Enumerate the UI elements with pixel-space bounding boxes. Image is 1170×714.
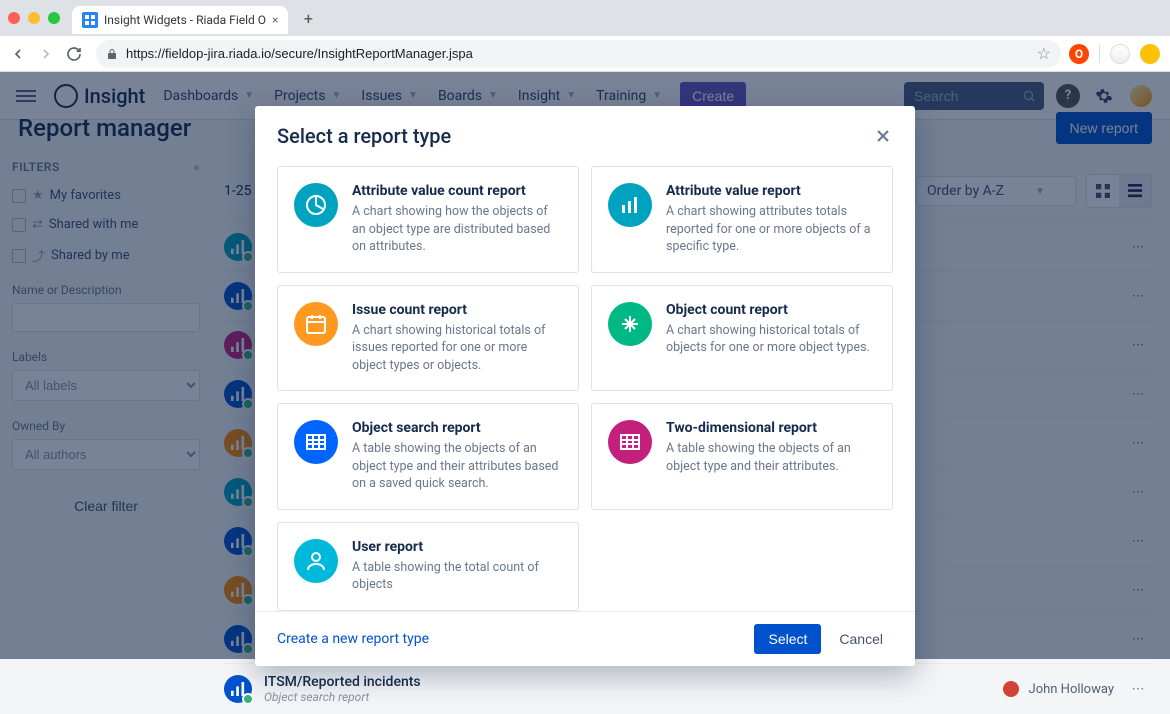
browser-tab[interactable]: Insight Widgets - Riada Field O × [72,6,288,34]
tab-title: Insight Widgets - Riada Field O [104,13,266,27]
report-type-card[interactable]: Attribute value report A chart showing at… [591,166,893,273]
card-description: A table showing the total count of objec… [352,559,562,594]
report-type-card[interactable]: Object count report A chart showing histo… [591,285,893,392]
profile-avatar-icon[interactable] [1110,44,1130,64]
card-description: A chart showing attributes totals report… [666,203,876,256]
card-description: A chart showing historical totals of obj… [666,322,876,357]
address-input[interactable] [126,46,1029,61]
user-icon [294,539,338,583]
report-type-card[interactable]: Two-dimensional report A table showing th… [591,403,893,510]
browser-tab-bar: Insight Widgets - Riada Field O × + [0,0,1170,36]
minimize-window-button[interactable] [28,12,40,24]
compass-icon [608,302,652,346]
card-title: Object search report [352,420,562,436]
report-type-icon [224,675,252,703]
modal-overlay[interactable]: Select a report type Attribute value cou… [0,72,1170,659]
star-icon[interactable]: ☆ [1037,44,1051,63]
modal-close-icon[interactable] [873,126,893,146]
report-type-card[interactable]: Attribute value count report A chart show… [277,166,579,273]
report-type-card[interactable]: User report A table showing the total cou… [277,522,579,611]
report-type-modal: Select a report type Attribute value cou… [255,106,915,666]
row-menu-button[interactable]: ⋯ [1124,675,1152,703]
card-title: User report [352,539,562,555]
tab-favicon-icon [82,12,98,28]
lock-icon [106,48,118,60]
bar-icon [608,183,652,227]
extension-icon[interactable]: O [1069,44,1089,64]
reload-button[interactable] [60,40,88,68]
select-button[interactable]: Select [754,624,821,654]
report-type-card[interactable]: Object search report A table showing the … [277,403,579,510]
card-description: A chart showing historical totals of iss… [352,322,562,375]
calendar-icon [294,302,338,346]
table-icon [608,420,652,464]
window-controls [8,12,60,24]
card-title: Issue count report [352,302,562,318]
tab-close-icon[interactable]: × [272,13,278,27]
card-title: Attribute value count report [352,183,562,199]
card-description: A table showing the objects of an object… [666,440,876,475]
card-description: A chart showing how the objects of an ob… [352,203,562,256]
new-tab-button[interactable]: + [298,9,318,28]
card-description: A table showing the objects of an object… [352,440,562,493]
close-window-button[interactable] [8,12,20,24]
card-title: Object count report [666,302,876,318]
cancel-button[interactable]: Cancel [829,624,893,654]
extension-icon[interactable] [1140,44,1160,64]
modal-title: Select a report type [277,124,451,148]
maximize-window-button[interactable] [48,12,60,24]
pie-icon [294,183,338,227]
card-title: Attribute value report [666,183,876,199]
owner-avatar-icon [1003,681,1019,697]
card-title: Two-dimensional report [666,420,876,436]
back-button[interactable] [4,40,32,68]
forward-button[interactable] [32,40,60,68]
status-badge-icon [242,693,254,705]
report-type-card[interactable]: Issue count report A chart showing histor… [277,285,579,392]
create-report-type-link[interactable]: Create a new report type [277,631,429,647]
separator [1099,45,1100,63]
table-icon [294,420,338,464]
browser-address-bar: ☆ O [0,36,1170,72]
report-row[interactable]: ITSM/Reported incidentsObject search rep… [224,663,1152,714]
